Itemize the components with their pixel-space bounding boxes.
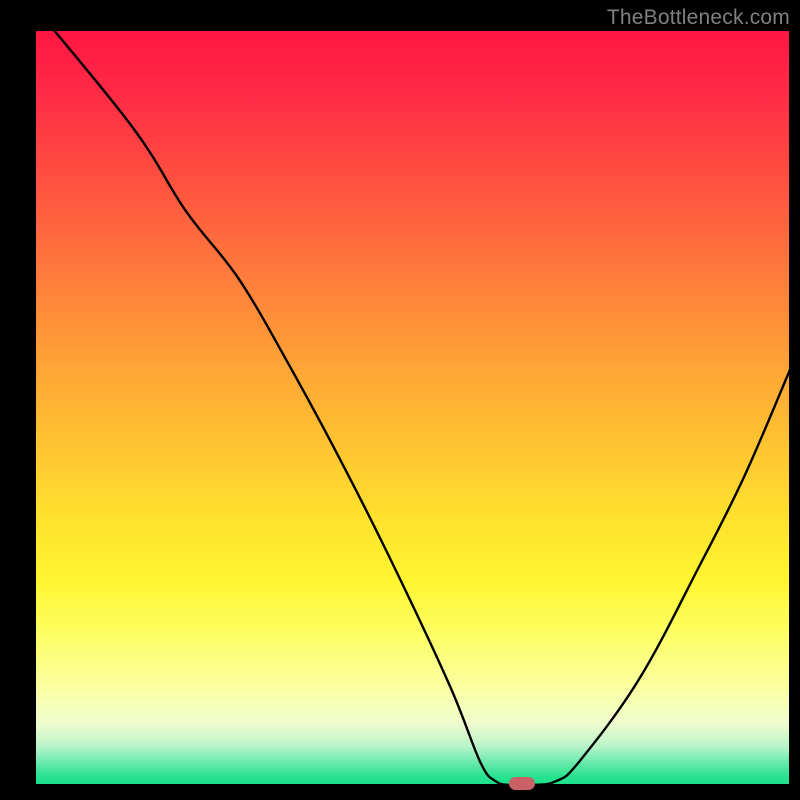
optimum-marker (509, 777, 535, 790)
watermark-text: TheBottleneck.com (607, 6, 790, 30)
bottleneck-curve (35, 30, 790, 785)
chart-frame: TheBottleneck.com (0, 0, 800, 800)
